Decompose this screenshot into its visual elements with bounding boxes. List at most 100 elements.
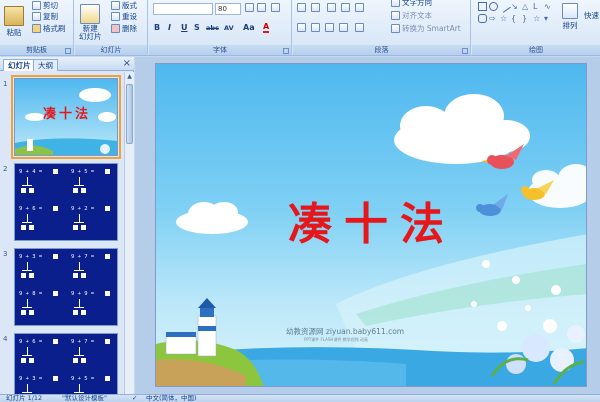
eraser-icon xyxy=(271,3,280,12)
triangle-shape-icon[interactable]: △ xyxy=(522,2,531,11)
shrink-font-button[interactable] xyxy=(257,3,266,12)
right-arrow-shape-icon[interactable]: ⇨ xyxy=(489,14,498,23)
bullets-button[interactable] xyxy=(297,3,306,12)
star2-shape-icon[interactable]: ☆ xyxy=(533,14,542,23)
close-pane-icon[interactable]: × xyxy=(123,58,131,69)
reset-button[interactable]: 重设 xyxy=(111,11,137,22)
font-color-button[interactable]: A xyxy=(263,23,270,33)
thumbnail-list: 1 凑十法 2 9 + 4 = 9 + 5 = 9 + 6 = 9 + 2 = … xyxy=(0,72,124,394)
tab-outline[interactable]: 大纲 xyxy=(33,59,58,71)
equation-cell: 9 + 8 = xyxy=(17,289,63,323)
equation-cell: 9 + 5 = xyxy=(69,374,115,394)
slides-group: 新建 幻灯片 版式 重设 删除 幻灯片 xyxy=(75,0,148,56)
line-spacing-button[interactable] xyxy=(355,3,364,12)
equation-cell: 9 + 3 = xyxy=(17,374,63,394)
drawing-group: ↘ △ L ∿ ⇨ ☆ { } ☆ ▾ 排列 快速 绘图 xyxy=(472,0,600,56)
strikethrough-button[interactable]: abc xyxy=(206,24,219,32)
new-slide-button[interactable]: 新建 幻灯片 xyxy=(79,4,102,41)
slide-thumbnail-3[interactable]: 9 + 3 = 9 + 7 = 9 + 8 = 9 + 9 = xyxy=(14,248,118,326)
cloud-large xyxy=(394,94,530,164)
change-case-button[interactable]: Aa xyxy=(243,23,255,32)
bullet-list-icon xyxy=(297,3,306,12)
more-shapes-icon[interactable]: ▾ xyxy=(544,14,553,23)
format-painter-button[interactable]: 格式刷 xyxy=(32,23,66,34)
slide-thumbnail-1[interactable]: 凑十法 xyxy=(11,75,121,159)
align-right-button[interactable] xyxy=(325,23,334,32)
bold-button[interactable]: B xyxy=(154,23,160,32)
brush-icon xyxy=(32,24,41,33)
spell-check-icon[interactable]: ✓ xyxy=(132,395,137,402)
scroll-thumb[interactable] xyxy=(126,84,133,144)
font-name-combo[interactable] xyxy=(153,3,213,15)
justify-icon xyxy=(339,23,348,32)
italic-button[interactable]: I xyxy=(168,23,171,32)
arrange-button[interactable]: 排列 xyxy=(562,3,578,31)
equation-cell: 9 + 2 = xyxy=(69,204,115,238)
columns-button[interactable] xyxy=(355,23,364,32)
delete-slide-button[interactable]: 删除 xyxy=(111,23,137,34)
new-slide-icon xyxy=(80,4,101,24)
text-direction-button[interactable]: 文字方向 xyxy=(391,0,432,8)
arrow-shape-icon[interactable]: ↘ xyxy=(511,2,520,11)
slide-number: 3 xyxy=(3,250,8,258)
align-left-button[interactable] xyxy=(297,23,306,32)
align-text-button[interactable]: 对齐文本 xyxy=(391,10,432,21)
current-slide[interactable]: 凑十法 幼教资源网 ziyuan.baby611.com PPT课件 FLASH… xyxy=(155,63,587,387)
star-shape-icon[interactable]: ☆ xyxy=(500,14,509,23)
text-direction-icon xyxy=(391,0,400,7)
decrease-indent-button[interactable] xyxy=(327,3,336,12)
drawing-group-label: 绘图 xyxy=(472,45,600,55)
equation-cell: 9 + 5 = xyxy=(69,167,115,201)
outdent-icon xyxy=(327,3,336,12)
align-right-icon xyxy=(325,23,334,32)
grow-font-button[interactable] xyxy=(245,3,254,12)
layout-button[interactable]: 版式 xyxy=(111,0,137,11)
paste-button[interactable]: 粘贴 xyxy=(4,6,24,38)
watermark-subtext: PPT课件 FLASH课件 教学视频 动画 xyxy=(304,337,368,342)
pane-scrollbar[interactable]: ▲ xyxy=(124,72,134,394)
paste-icon xyxy=(4,6,24,26)
numbering-button[interactable] xyxy=(311,3,320,12)
slides-pane: 幻灯片 大纲 × 1 凑十法 2 9 + 4 = 9 + 5 = 9 + 6 =… xyxy=(0,57,134,394)
justify-button[interactable] xyxy=(339,23,348,32)
font-size-combo[interactable]: 80 xyxy=(215,3,241,15)
equation-cell: 9 + 6 = xyxy=(17,337,63,371)
clear-format-button[interactable] xyxy=(271,3,280,12)
status-bar: 幻灯片 1/12 "默认设计模板" ✓ 中文(简体，中国) xyxy=(0,394,600,402)
align-center-button[interactable] xyxy=(311,23,320,32)
language-indicator[interactable]: 中文(简体，中国) xyxy=(146,395,197,402)
slide-counter: 幻灯片 1/12 xyxy=(6,394,43,402)
equation-cell: 9 + 4 = xyxy=(17,167,63,201)
rectangle-shape-icon[interactable] xyxy=(478,2,487,11)
paragraph-launcher[interactable] xyxy=(462,48,468,54)
bracket2-shape-icon[interactable]: } xyxy=(522,14,531,23)
slide-thumbnail-2[interactable]: 9 + 4 = 9 + 5 = 9 + 6 = 9 + 2 = xyxy=(14,163,118,241)
columns-icon xyxy=(355,23,364,32)
convert-smartart-button[interactable]: 转换为 SmartArt xyxy=(391,23,461,34)
oval-shape-icon[interactable] xyxy=(489,2,498,11)
copy-button[interactable]: 复制 xyxy=(32,11,58,22)
underline-button[interactable]: U xyxy=(181,23,188,32)
shadow-button[interactable]: S xyxy=(194,23,200,32)
rounded-rect-shape-icon[interactable] xyxy=(478,14,487,23)
slide-number: 4 xyxy=(3,335,8,343)
increase-indent-button[interactable] xyxy=(341,3,350,12)
tab-slides[interactable]: 幻灯片 xyxy=(3,59,36,71)
theme-name[interactable]: "默认设计模板" xyxy=(62,395,107,402)
pane-tabs: 幻灯片 大纲 × xyxy=(0,57,134,71)
grow-font-icon xyxy=(245,3,254,12)
watermark-text: 幼教资源网 ziyuan.baby611.com xyxy=(286,327,405,336)
line-shape-icon[interactable] xyxy=(498,0,511,13)
font-launcher[interactable] xyxy=(283,48,289,54)
curve-shape-icon[interactable]: ∿ xyxy=(544,2,553,11)
brace-shape-icon[interactable]: { xyxy=(511,14,520,23)
char-spacing-button[interactable]: AV xyxy=(224,24,234,32)
slide-thumbnail-4[interactable]: 9 + 6 = 9 + 7 = 9 + 3 = 9 + 5 = xyxy=(14,333,118,394)
bracket-shape-icon[interactable]: L xyxy=(533,2,542,11)
quick-styles-button[interactable]: 快速 xyxy=(584,10,599,21)
cut-button[interactable]: 剪切 xyxy=(32,0,58,11)
clipboard-launcher[interactable] xyxy=(65,48,71,54)
align-left-icon xyxy=(297,23,306,32)
slide-title[interactable]: 凑十法 xyxy=(156,188,586,252)
scroll-up-icon[interactable]: ▲ xyxy=(126,73,133,81)
